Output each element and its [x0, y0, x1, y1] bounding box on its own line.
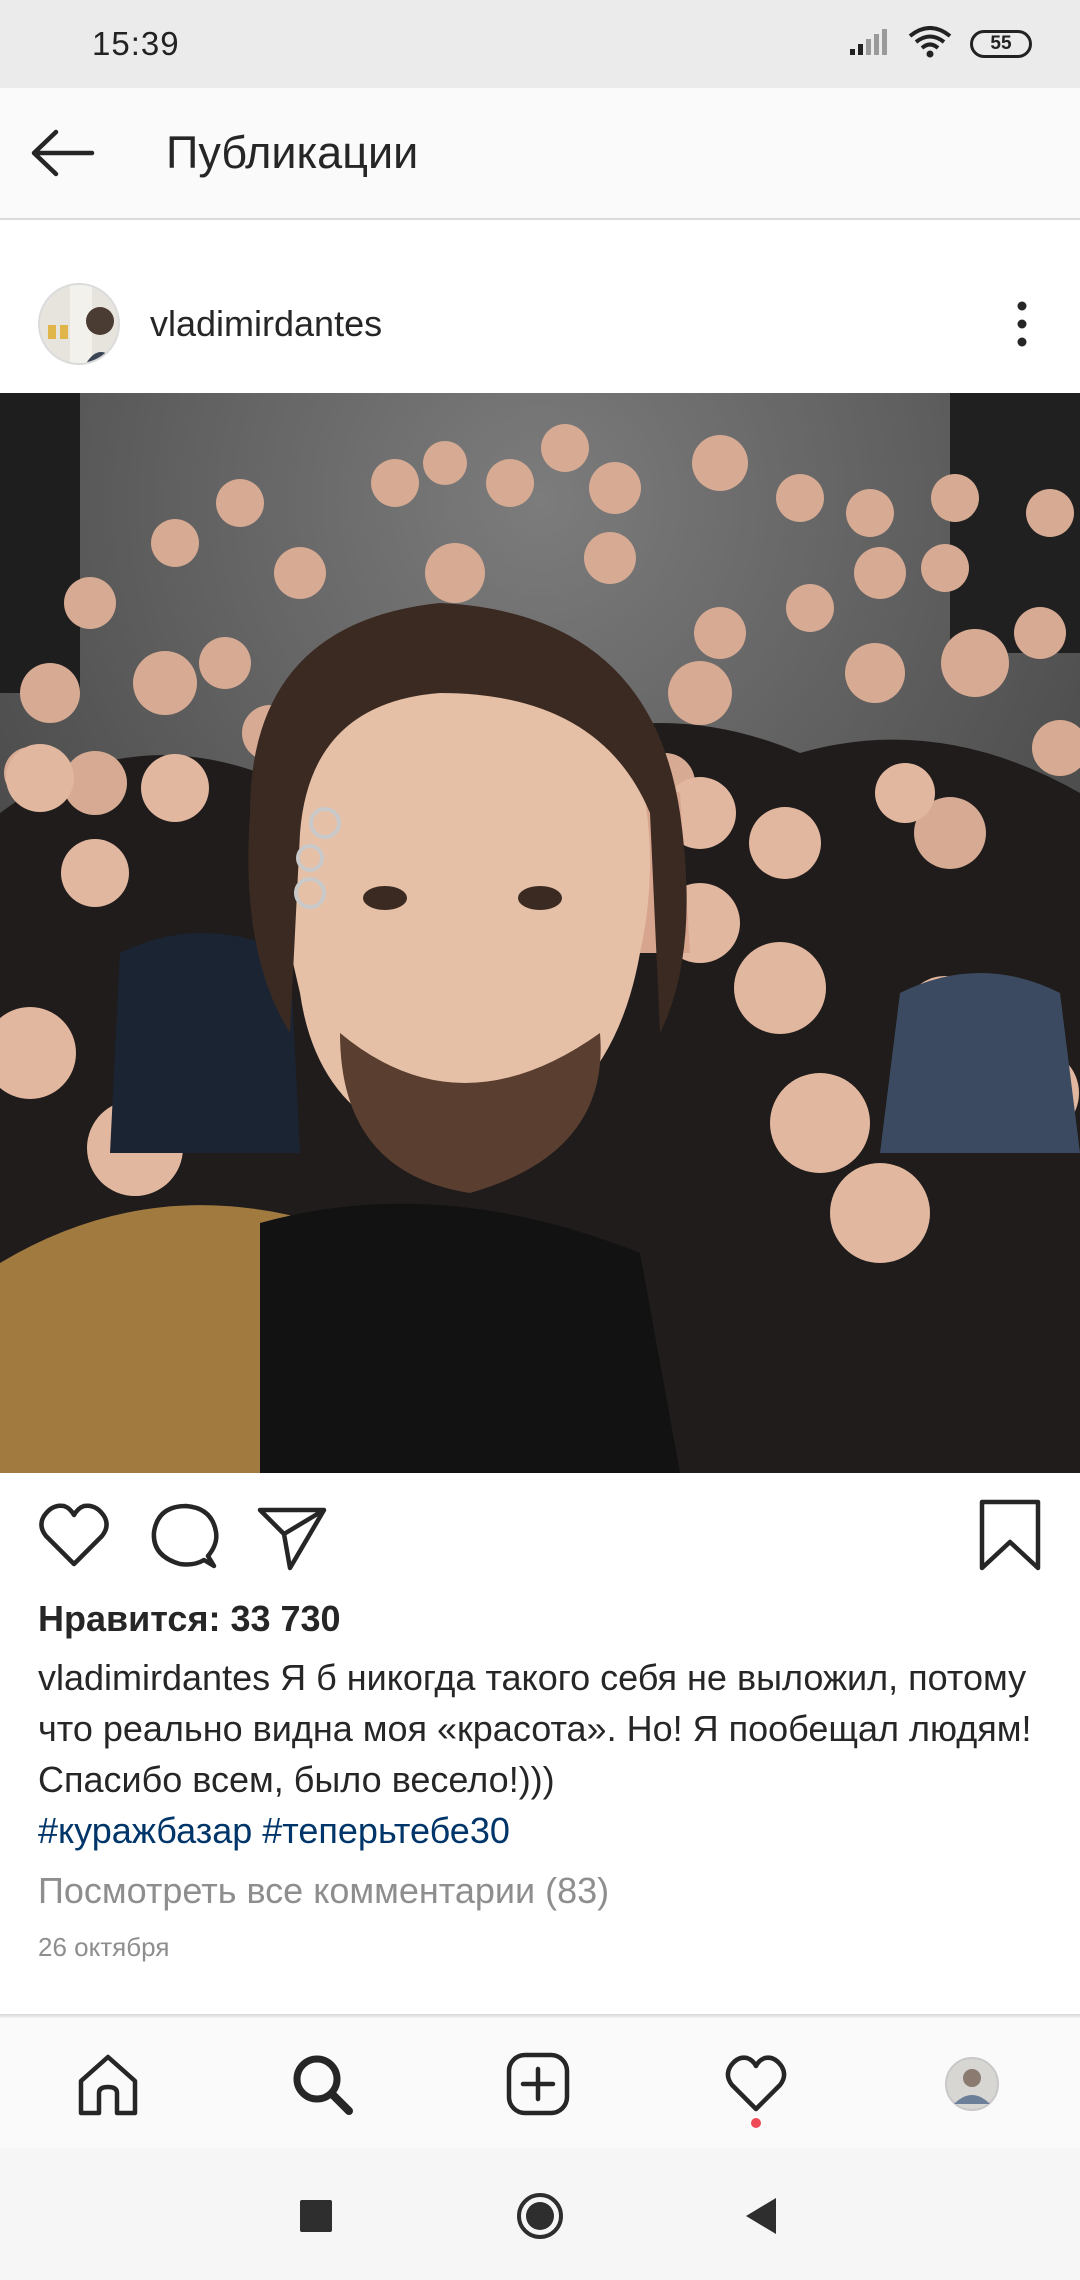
hashtag-link[interactable]: #куражбазар	[38, 1810, 252, 1851]
comment-icon[interactable]	[146, 1498, 222, 1574]
post-header: vladimirdantes	[0, 256, 1080, 392]
likes-count[interactable]: Нравится: 33 730	[38, 1598, 341, 1640]
bookmark-icon[interactable]	[972, 1498, 1048, 1574]
wifi-icon	[908, 25, 952, 63]
status-icons: 55	[848, 25, 1032, 63]
signal-icon	[848, 27, 890, 62]
share-icon[interactable]	[254, 1498, 330, 1574]
arrow-left-icon[interactable]	[30, 120, 96, 186]
activity-heart-icon[interactable]	[720, 2048, 792, 2120]
view-comments-link[interactable]: Посмотреть все комментарии (83)	[38, 1870, 609, 1912]
status-bar: 15:39 55	[0, 0, 1080, 88]
more-vertical-icon[interactable]	[1002, 294, 1042, 354]
battery-icon: 55	[970, 30, 1032, 58]
add-post-icon[interactable]	[502, 2048, 574, 2120]
post-caption: vladimirdantes Я б никогда такого себя н…	[38, 1652, 1048, 1856]
page-title: Публикации	[166, 127, 419, 178]
app-bar: Публикации	[0, 88, 1080, 220]
hashtag-link[interactable]: #теперьтебе30	[262, 1810, 510, 1851]
back-button-icon[interactable]	[738, 2192, 786, 2240]
notification-dot	[751, 2118, 761, 2128]
caption-username[interactable]: vladimirdantes	[38, 1657, 270, 1698]
like-icon[interactable]	[36, 1498, 112, 1574]
status-time: 15:39	[92, 25, 180, 62]
post-actions	[0, 1490, 1080, 1580]
post-date: 26 октября	[38, 1932, 170, 1962]
recent-apps-icon[interactable]	[292, 2192, 340, 2240]
post-username[interactable]: vladimirdantes	[150, 303, 382, 345]
search-icon[interactable]	[286, 2048, 358, 2120]
bottom-navigation	[0, 2018, 1080, 2149]
home-button-icon[interactable]	[516, 2192, 564, 2240]
profile-avatar[interactable]	[38, 283, 120, 365]
profile-icon[interactable]	[936, 2048, 1008, 2120]
system-navigation	[0, 2148, 1080, 2280]
group-selfie-photo[interactable]	[0, 393, 1080, 1473]
home-icon[interactable]	[72, 2048, 144, 2120]
